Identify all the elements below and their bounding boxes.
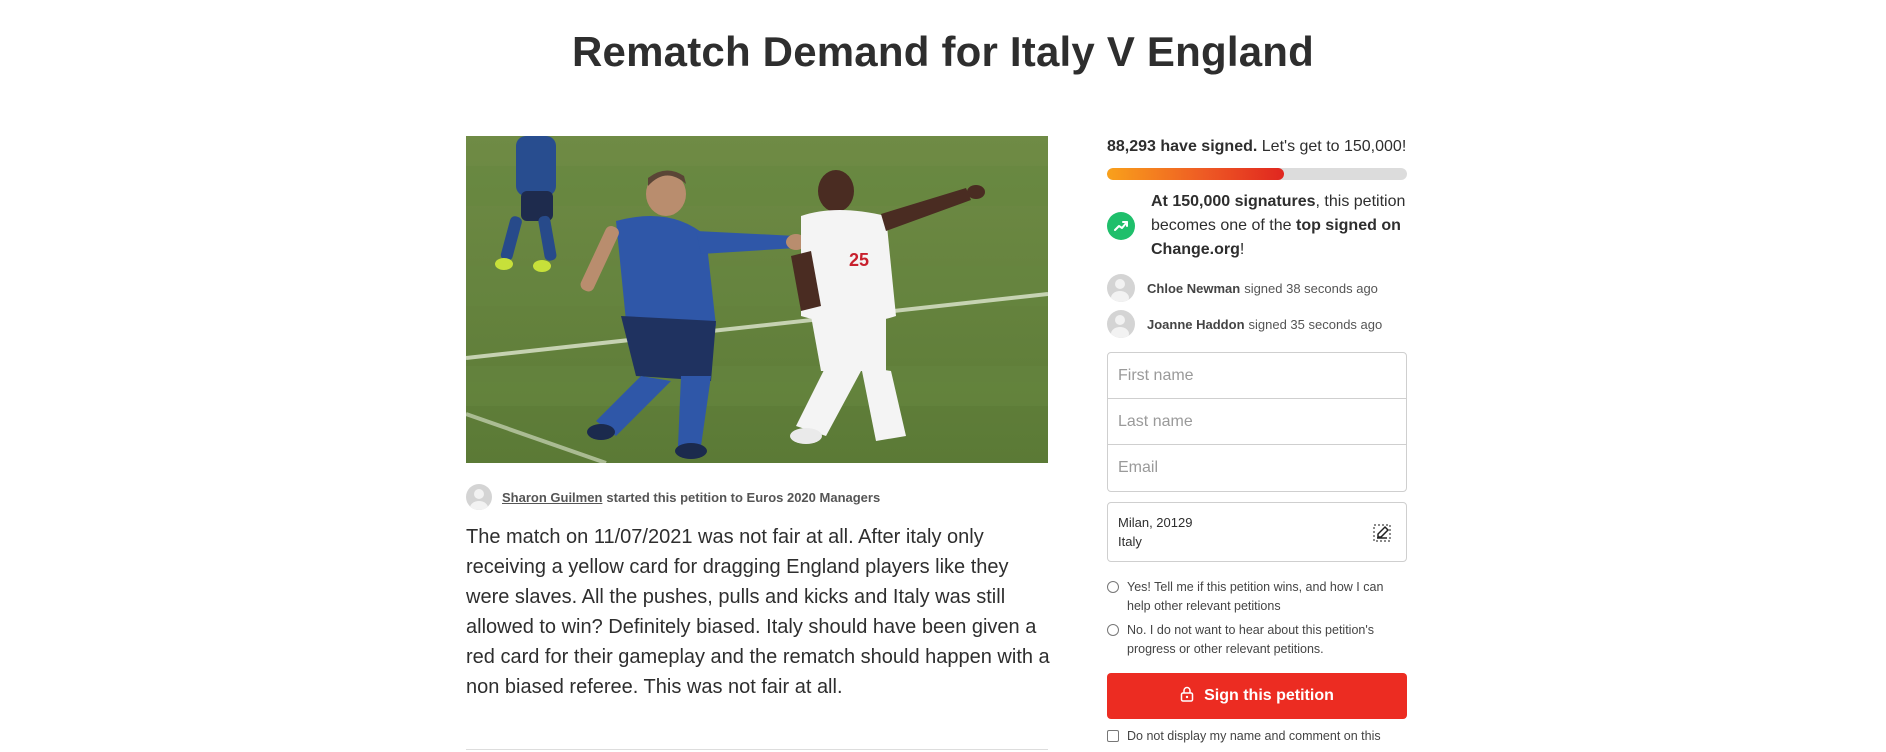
signer-form (1107, 352, 1407, 492)
sign-petition-button[interactable]: Sign this petition (1107, 673, 1407, 719)
user-avatar-icon (1107, 310, 1135, 338)
user-avatar-icon (466, 484, 492, 510)
signature-count: 88,293 have signed. Let's get to 150,000… (1107, 136, 1407, 158)
goal-text: Let's get to 150,000! (1261, 138, 1407, 155)
location-country: Italy (1118, 534, 1142, 549)
signed-count-text: 88,293 have signed. (1107, 138, 1258, 155)
divider (466, 749, 1048, 750)
hide-name-option[interactable]: Do not display my name and comment on th… (1107, 729, 1407, 743)
email-input[interactable] (1108, 445, 1406, 491)
milestone-text-2: ! (1239, 241, 1245, 258)
trending-up-icon (1107, 212, 1135, 240)
recent-signer: Chloe Newman signed 38 seconds ago (1107, 274, 1407, 302)
milestone-bold-1: At 150,000 signatures (1151, 193, 1316, 210)
petition-starter: Sharon Guilmen started this petition to … (466, 484, 880, 510)
hide-name-label: Do not display my name and comment on th… (1127, 729, 1381, 743)
opt-in-no-label: No. I do not want to hear about this pet… (1127, 623, 1374, 656)
opt-in-no[interactable]: No. I do not want to hear about this pet… (1107, 621, 1407, 659)
petition-image: 25 (466, 136, 1048, 463)
starter-text: started this petition to Euros 2020 Mana… (606, 489, 881, 505)
edit-icon[interactable] (1372, 523, 1392, 543)
starter-name-link[interactable]: Sharon Guilmen (502, 490, 602, 505)
milestone-notice: At 150,000 signatures, this petition bec… (1107, 190, 1407, 262)
radio-yes[interactable] (1107, 581, 1119, 593)
user-avatar-icon (1107, 274, 1135, 302)
hide-name-checkbox[interactable] (1107, 730, 1119, 742)
radio-no[interactable] (1107, 624, 1119, 636)
sign-sidebar: 88,293 have signed. Let's get to 150,000… (1107, 136, 1407, 743)
signer-time: signed 38 seconds ago (1244, 280, 1378, 296)
recent-signer: Joanne Haddon signed 35 seconds ago (1107, 310, 1407, 338)
sign-button-label: Sign this petition (1204, 687, 1334, 704)
first-name-input[interactable] (1108, 353, 1406, 399)
petition-description: The match on 11/07/2021 was not fair at … (466, 526, 1050, 698)
location-city: Milan, 20129 (1118, 515, 1193, 530)
signature-progress-bar (1107, 168, 1407, 180)
opt-in-yes-label: Yes! Tell me if this petition wins, and … (1127, 580, 1384, 613)
progress-fill (1107, 168, 1284, 180)
last-name-input[interactable] (1108, 399, 1406, 445)
page-title: Rematch Demand for Italy V England (572, 28, 1314, 75)
lock-icon (1180, 686, 1194, 707)
signer-name: Chloe Newman (1147, 280, 1241, 296)
signer-time: signed 35 seconds ago (1248, 316, 1383, 332)
location-field[interactable]: Milan, 20129 Italy (1107, 502, 1407, 562)
player-number: 25 (849, 250, 869, 270)
opt-in-yes[interactable]: Yes! Tell me if this petition wins, and … (1107, 578, 1407, 616)
signer-name: Joanne Haddon (1147, 316, 1245, 332)
milestone-text: At 150,000 signatures, this petition bec… (1151, 190, 1407, 262)
